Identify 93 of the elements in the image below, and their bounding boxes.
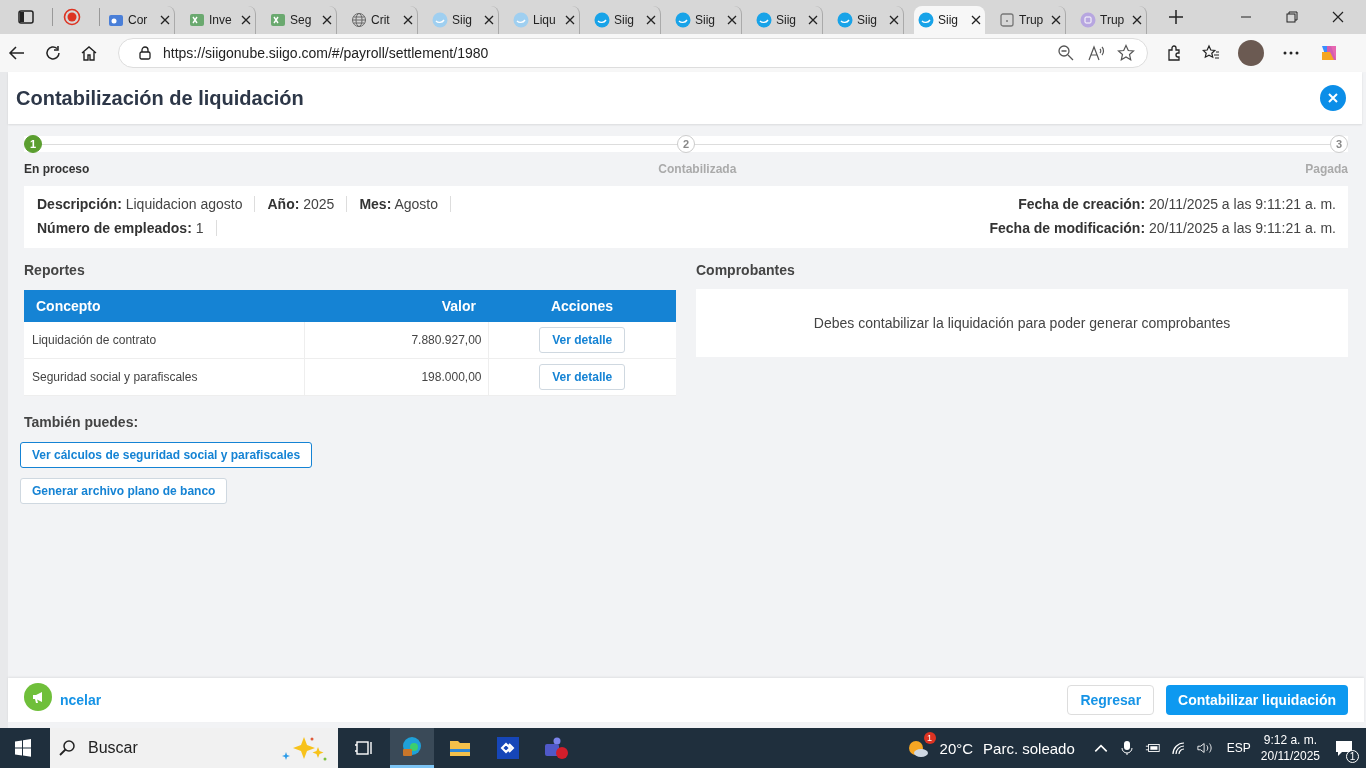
mail-app-icon xyxy=(108,12,124,28)
close-icon[interactable] xyxy=(160,15,170,25)
language-indicator[interactable]: ESP xyxy=(1226,741,1251,755)
temperature-text: 20°C xyxy=(939,739,974,757)
zoom-out-icon[interactable] xyxy=(1057,44,1075,62)
column-header: Valor xyxy=(304,290,488,322)
step-label: En proceso xyxy=(24,162,90,176)
read-aloud-icon[interactable] xyxy=(1087,44,1105,62)
notifications-icon[interactable] xyxy=(1334,738,1354,758)
summary-field: Descripción: Liquidacion agosto xyxy=(37,196,256,212)
close-icon[interactable] xyxy=(727,15,737,25)
search-icon xyxy=(58,739,76,757)
summary-field: Año: 2025 xyxy=(267,196,348,212)
outline-button[interactable]: Ver cálculos de seguridad social y parafiscales xyxy=(20,442,313,468)
step-label: Contabilizada xyxy=(658,162,737,176)
page-icon xyxy=(999,12,1015,28)
sidebar-panel-icon[interactable] xyxy=(18,9,34,25)
close-icon[interactable] xyxy=(322,15,332,25)
table-cell: 7.880.927,00 xyxy=(304,322,488,359)
megaphone-icon xyxy=(31,690,45,704)
logo-icon xyxy=(918,12,934,28)
spreadsheet-icon xyxy=(270,12,286,28)
section-title: También puedes: xyxy=(24,414,140,430)
logo-icon xyxy=(756,12,772,28)
browser-tab[interactable]: Siig xyxy=(914,6,985,34)
summary-field: Mes: Agosto xyxy=(359,196,451,212)
column-header: Acciones xyxy=(488,290,676,322)
logo-icon xyxy=(432,12,448,28)
favorites-icon[interactable] xyxy=(1202,44,1220,62)
table-cell: Seguridad social y parafiscales xyxy=(24,358,304,396)
close-icon[interactable] xyxy=(241,15,251,25)
step-number: 3 xyxy=(1330,135,1348,153)
close-icon[interactable] xyxy=(1051,15,1061,25)
detail-button[interactable]: Ver detalle xyxy=(539,364,626,390)
reload-icon[interactable] xyxy=(44,44,62,62)
logo-icon xyxy=(837,12,853,28)
step-number: 1 xyxy=(24,135,42,153)
profile-avatar[interactable] xyxy=(1238,40,1264,66)
record-icon[interactable] xyxy=(63,8,81,26)
speaker-icon[interactable] xyxy=(1196,740,1213,756)
app-icon xyxy=(1080,12,1096,28)
logo-icon xyxy=(594,12,610,28)
search-box[interactable]: Buscar xyxy=(50,728,338,768)
table-cell: 198.000,00 xyxy=(304,358,488,396)
close-icon[interactable] xyxy=(1132,15,1142,25)
close-icon[interactable] xyxy=(808,15,818,25)
summary-field: Fecha de modificación: 20/11/2025 a las 9:11:21 a. m. xyxy=(989,220,1336,236)
outline-button[interactable]: Generar archivo plano de banco xyxy=(20,478,228,504)
start-icon[interactable] xyxy=(14,739,32,757)
search-field[interactable]: Buscar xyxy=(86,738,240,758)
section-title: Reportes xyxy=(24,262,86,278)
restore-icon[interactable] xyxy=(1286,11,1298,23)
address-bar[interactable]: https://siigonube.siigo.com/#/payroll/settlement/1980 xyxy=(118,38,1148,68)
microphone-icon[interactable] xyxy=(1118,740,1135,756)
wifi-icon[interactable] xyxy=(1170,740,1187,756)
column-header: Concepto xyxy=(24,290,304,322)
date-text: 20/11/2025 xyxy=(1260,749,1320,763)
empty-message: Debes contabilizar la liquidación para poder generar comprobantes xyxy=(813,315,1231,331)
close-icon[interactable] xyxy=(565,15,575,25)
star-icon[interactable] xyxy=(1117,44,1135,62)
clock[interactable]: 9:12 a. m. 20/11/2025 xyxy=(1260,733,1320,763)
close-icon[interactable] xyxy=(484,15,494,25)
new-tab-icon[interactable] xyxy=(1169,10,1183,24)
home-icon[interactable] xyxy=(80,44,98,62)
task-view-icon xyxy=(354,738,374,758)
close-icon[interactable] xyxy=(646,15,656,25)
close-button[interactable] xyxy=(1320,85,1346,111)
team-chat-icon xyxy=(543,736,569,760)
globe-icon xyxy=(351,12,367,28)
detail-button[interactable]: Ver detalle xyxy=(539,327,626,353)
back-arrow-icon[interactable] xyxy=(8,44,26,62)
table-cell: Liquidación de contrato xyxy=(24,322,304,359)
spreadsheet-icon xyxy=(189,12,205,28)
close-icon[interactable] xyxy=(971,15,981,25)
notification-count: 1 xyxy=(1346,750,1359,763)
page-title: Contabilización de liquidación xyxy=(16,86,304,110)
weather-text: Parc. soleado xyxy=(983,739,1075,757)
step-number: 2 xyxy=(677,135,695,153)
logo-icon xyxy=(675,12,691,28)
time-text: 9:12 a. m. xyxy=(1263,733,1318,747)
lock-icon xyxy=(139,46,151,60)
close-icon[interactable] xyxy=(889,15,899,25)
step-label: Pagada xyxy=(1305,162,1348,176)
browser-icon xyxy=(400,734,424,759)
close-icon xyxy=(1328,93,1338,103)
section-title: Comprobantes xyxy=(696,262,796,278)
summary-field: Número de empleados: 1 xyxy=(37,220,217,236)
close-icon[interactable] xyxy=(403,15,413,25)
close-icon[interactable] xyxy=(1332,11,1344,23)
url-text: https://siigonube.siigo.com/#/payroll/settlement/1980 xyxy=(163,45,489,61)
summary-field: Fecha de creación: 20/11/2025 a las 9:11:21 a. m. xyxy=(1018,196,1336,212)
logo-icon xyxy=(513,12,529,28)
notification-badge: 1 xyxy=(923,732,936,744)
